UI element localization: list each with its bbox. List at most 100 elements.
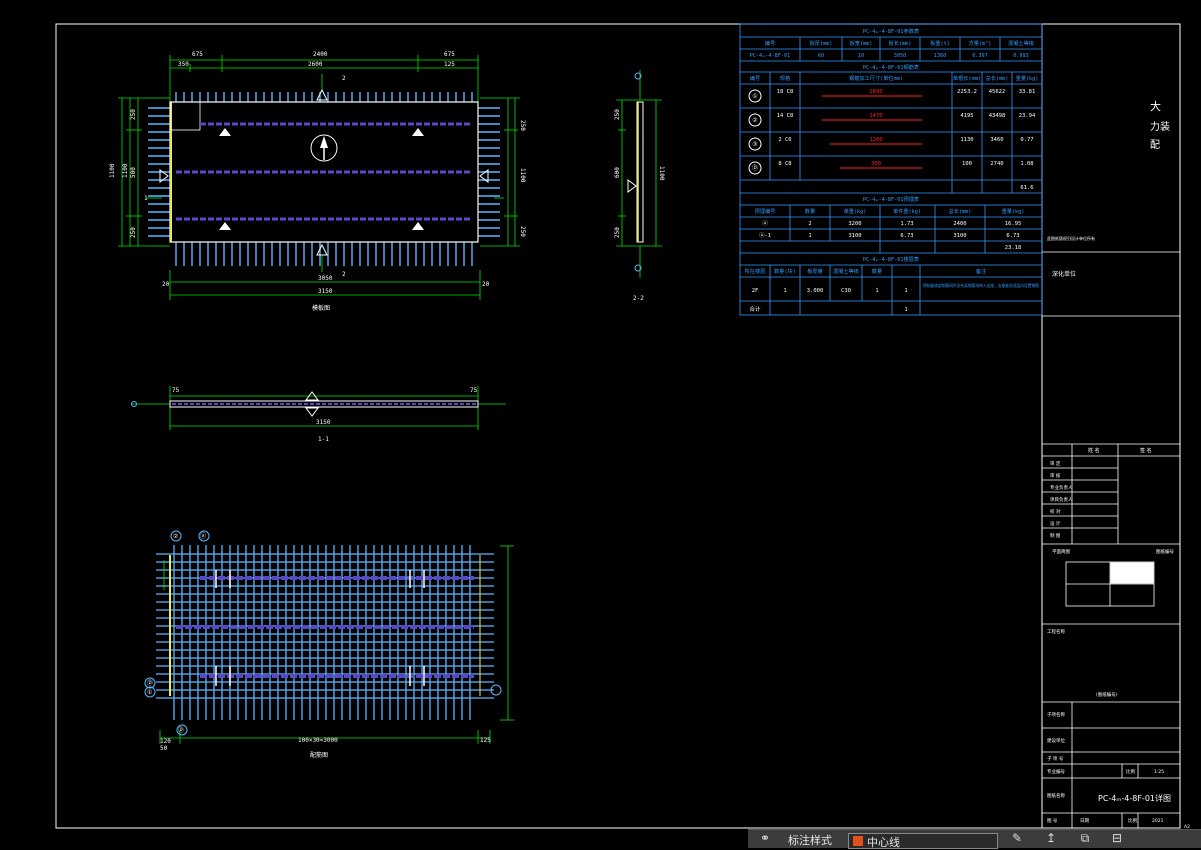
drawing-name: PC-4ₘ-4-8F-01详图 — [1098, 793, 1171, 803]
table2-cell: 1.08 — [1020, 161, 1033, 167]
table2-mark: ① — [752, 93, 757, 100]
table4-note: 预制板底部钢筋网片及桁架钢筋均伸入支座，支座处现浇层内设置钢筋 — [923, 282, 1039, 289]
dim-left-e: 250 — [130, 227, 137, 238]
sec11-dim-total: 3150 — [316, 419, 331, 426]
date-label: 日期 — [1080, 818, 1089, 824]
table4-title: PC-4ₘ-4-8F-01楼层表 — [863, 255, 920, 263]
table2-mark: Ⓓ — [752, 164, 758, 172]
mark-left-1: 1 — [144, 195, 148, 202]
plan-view — [118, 55, 520, 300]
key-plan-highlight — [1110, 562, 1154, 584]
stamp-text-1: 大 — [1150, 99, 1161, 113]
rebar-mark-a: ⓐ — [200, 532, 206, 540]
drawing-no-label: 图纸编号 — [1156, 548, 1174, 555]
sec22-dim-d: 1100 — [658, 166, 665, 181]
table3-h0: 预埋编号 — [755, 207, 776, 215]
table2-mark: ③ — [752, 141, 757, 148]
table2-cell: 45622 — [989, 89, 1006, 95]
titleblock-role: 校 对 — [1050, 508, 1061, 515]
table1-c0: PC-4ₘ-4-8F-01 — [750, 53, 791, 59]
dim-top-mid: 2400 — [313, 51, 328, 58]
rebar-dim-mid: 100×30=3000 — [298, 737, 338, 744]
design-unit-label: 深化单位 — [1052, 270, 1076, 278]
rebar-dim-right: 125 — [480, 737, 491, 744]
titleblock-role: 制 图 — [1050, 532, 1061, 539]
table3-cell: 2400 — [953, 221, 966, 227]
col-sign: 签 名 — [1140, 447, 1152, 454]
table3-cell: 16.95 — [1005, 221, 1022, 227]
layer-lock-icon[interactable]: ⊟ — [1110, 832, 1124, 845]
table1-c2: 10 — [858, 53, 864, 59]
layer-name: 中心线 — [867, 836, 900, 849]
dim-bot-edge-r: 20 — [482, 281, 490, 288]
copyright-note: 此图纸版权归设计单位所有 — [1047, 235, 1095, 241]
client-label: 建设单位 — [1047, 737, 1065, 744]
table2-title: PC-4ₘ-4-8F-01钢筋表 — [863, 63, 920, 71]
table2-h4: 总长(mm) — [986, 74, 1009, 82]
layer-up-icon[interactable]: ↥ — [1044, 832, 1058, 845]
table4-h5: 备注 — [976, 267, 986, 275]
table3-cell: 6.73 — [900, 233, 913, 239]
sheet-label: 专业编号 — [1047, 768, 1065, 775]
table1-c1: 60 — [818, 53, 824, 59]
table1-c5: 0.397 — [972, 53, 988, 59]
sec22-dim-a: 250 — [614, 109, 621, 120]
table3-cell: 3200 — [848, 221, 861, 227]
table2-cell: 300 — [871, 161, 881, 167]
key-plan-label: 平面简图 — [1052, 548, 1070, 555]
table4-c3: C30 — [841, 288, 851, 294]
table3-cell: 1 — [808, 233, 811, 239]
date-label-b: 比例 — [1128, 817, 1137, 824]
stamp-text-2: 力装 — [1150, 120, 1170, 133]
table2-mark: ② — [752, 117, 757, 124]
mark-top-2: 2 — [342, 75, 346, 82]
dim-left-a: 1100 — [109, 163, 116, 178]
table1-h4: 板重(t) — [930, 39, 950, 47]
table2-cell: 1200 — [869, 137, 882, 143]
table2-cell: 18 C8 — [777, 89, 794, 95]
table2-h3: 单根长(mm) — [953, 74, 981, 82]
table2-cell: 2890 — [869, 89, 882, 95]
table4-h1: 数量(块) — [774, 267, 796, 275]
section-2-2-view — [616, 70, 662, 278]
table4-h4: 数量 — [872, 267, 882, 275]
rebar-mark-d2: Ⓓ — [178, 726, 184, 734]
table2-cell: 0.77 — [1020, 137, 1033, 143]
table2-total: 61.6 — [1020, 185, 1033, 191]
col-name: 姓 名 — [1088, 447, 1100, 454]
table1-h3: 板长(mm) — [889, 39, 912, 47]
table4-c1: 1 — [783, 288, 786, 294]
titleblock-role: 项目负责人 — [1050, 496, 1073, 503]
copy-layer-icon[interactable]: ⧉ — [1078, 832, 1092, 845]
table1-h1: 板厚(mm) — [810, 39, 833, 47]
table1-h2: 板宽(mm) — [850, 39, 873, 47]
table3-cell: 6.73 — [1006, 233, 1019, 239]
match-properties-icon[interactable]: ✎ — [1010, 832, 1024, 845]
table3-cell: 3100 — [848, 233, 861, 239]
drawing-no-title: 图 号 — [1047, 818, 1058, 824]
sec11-dim-r: 75 — [470, 387, 478, 394]
table2-cell: 33.81 — [1019, 89, 1036, 95]
rebar-dim-left2: 50 — [160, 745, 168, 752]
table3-cell: 2 — [808, 221, 811, 227]
table2-h5: 重量(kg) — [1016, 74, 1039, 82]
date-value: 2021 — [1152, 818, 1164, 824]
rebar-mark-d: Ⓓ — [147, 679, 153, 687]
table3-h5: 重量(kg) — [1002, 207, 1025, 215]
dim-top-left: 675 — [192, 51, 203, 58]
rebar-view-label: 配筋图 — [310, 751, 328, 759]
rebar-mark-1: ① — [147, 689, 152, 696]
table2-cell: 2253.2 — [957, 89, 977, 95]
cad-drawing-canvas[interactable]: 675 2400 675 350 2600 125 2 2 1 3050 315… — [0, 0, 1201, 847]
dim-bot-edge-l: 20 — [162, 281, 170, 288]
table2-cell: 4195 — [960, 113, 973, 119]
subproject-label: 子 项 号 — [1047, 755, 1064, 762]
titleblock-role: 审 定 — [1050, 460, 1061, 467]
table3-cell: 1.73 — [900, 221, 913, 227]
table3-h2: 单重(kg) — [844, 207, 867, 215]
layer-color-swatch — [853, 836, 863, 846]
table1-c6: 0.993 — [1013, 53, 1029, 59]
sec22-dim-b: 600 — [614, 167, 621, 178]
table4-total-label: 合计 — [749, 305, 761, 313]
layer-manager-icon[interactable]: ⚭ — [758, 832, 772, 845]
